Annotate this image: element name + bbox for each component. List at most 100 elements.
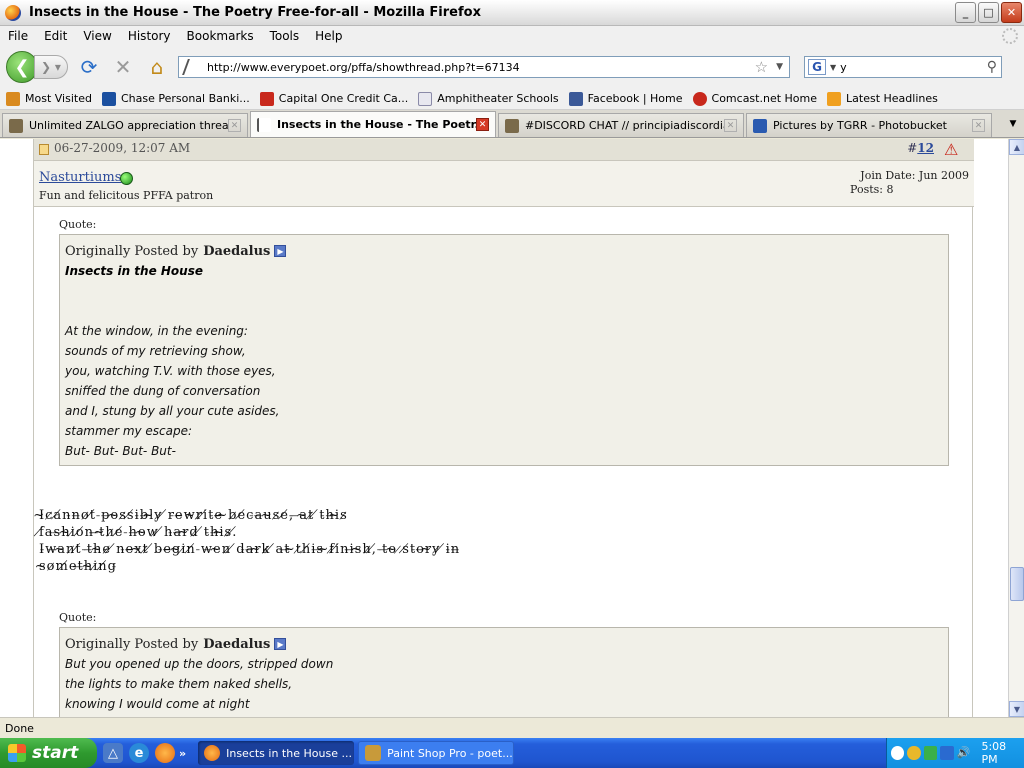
view-post-icon[interactable]: ▶ bbox=[274, 245, 287, 257]
search-icon[interactable]: ⚲ bbox=[987, 59, 997, 75]
chase-icon bbox=[101, 91, 116, 106]
home-icon[interactable]: ⌂ bbox=[144, 54, 170, 80]
reply-text: I̴c̷a̸n̵n̶o̷t̸ ̵p̶o̴s̷s̸i̵b̶l̴y̷ ̸r̵e̶w̴… bbox=[39, 507, 939, 575]
menu-edit[interactable]: Edit bbox=[36, 29, 75, 43]
windows-logo-icon bbox=[8, 744, 26, 762]
tray-globe-icon[interactable] bbox=[907, 746, 921, 760]
report-post-icon[interactable]: ⚠ bbox=[944, 140, 962, 159]
tray-network-icon[interactable] bbox=[923, 746, 938, 760]
tray-app-icon[interactable] bbox=[940, 746, 954, 760]
bookmark-comcast[interactable]: Comcast.net Home bbox=[692, 91, 817, 106]
reply-line: I̴c̷a̸n̵n̶o̷t̸ ̵p̶o̴s̷s̸i̵b̶l̴y̷ ̸r̵e̶w̴… bbox=[39, 508, 348, 523]
quicklaunch-firefox-icon[interactable] bbox=[155, 743, 175, 763]
quicklaunch-messenger-icon[interactable]: △ bbox=[103, 743, 123, 763]
scroll-thumb[interactable] bbox=[1010, 567, 1024, 601]
tab-list-icon[interactable]: ▼ bbox=[1006, 116, 1020, 132]
quicklaunch-more-icon[interactable]: » bbox=[179, 747, 186, 760]
scroll-up-icon[interactable]: ▲ bbox=[1009, 139, 1024, 155]
paintshop-icon bbox=[365, 745, 382, 761]
menu-view[interactable]: View bbox=[75, 29, 119, 43]
poem-title: Insects in the House bbox=[65, 264, 203, 278]
comcast-icon bbox=[692, 91, 707, 106]
forward-button[interactable]: ❯ ▾ bbox=[34, 55, 68, 79]
stop-icon[interactable]: ✕ bbox=[110, 54, 136, 80]
menu-bar: File Edit View History Bookmarks Tools H… bbox=[0, 26, 1024, 46]
poem-line: stammer my escape: bbox=[65, 424, 193, 438]
reply-line: I̵w̶a̴n̷t̸ ̵t̶h̴e̷ ̸n̵e̶x̴t̷ ̸b̵e̶g̴i̷n̸… bbox=[39, 542, 461, 557]
taskbar-firefox[interactable]: Insects in the House ... bbox=[198, 741, 355, 765]
tab-close-icon[interactable]: ✕ bbox=[476, 118, 489, 131]
url-input[interactable] bbox=[207, 60, 755, 74]
post-number-link[interactable]: 12 bbox=[917, 141, 934, 155]
poem-line: and I, stung by all your cute asides, bbox=[65, 404, 280, 418]
system-tray: 🔊 5:08 PM bbox=[886, 738, 1024, 768]
quote-attribution: Originally Posted by Daedalus ▶ bbox=[65, 634, 942, 654]
bookmark-capital-one[interactable]: Capital One Credit Ca... bbox=[259, 91, 408, 106]
page-scrollbar[interactable]: ▲ ▼ bbox=[1008, 139, 1024, 717]
firefox-icon bbox=[5, 4, 21, 21]
tab-favicon-icon bbox=[753, 118, 767, 133]
bookmark-star-icon[interactable]: ☆ bbox=[755, 58, 768, 76]
bookmark-facebook[interactable]: Facebook | Home bbox=[568, 91, 683, 106]
quicklaunch-ie-icon[interactable]: e bbox=[129, 743, 149, 763]
status-bar: Done bbox=[0, 717, 1024, 738]
menu-help[interactable]: Help bbox=[307, 29, 350, 43]
status-text: Done bbox=[5, 721, 34, 735]
bookmark-chase[interactable]: Chase Personal Banki... bbox=[101, 91, 250, 106]
engine-dropdown-icon[interactable]: ▼ bbox=[830, 63, 836, 72]
page-icon bbox=[418, 91, 433, 106]
tab-photobucket[interactable]: Pictures by TGRR - Photobucket ✕ bbox=[746, 113, 992, 137]
clock: 5:08 PM bbox=[981, 740, 1007, 766]
url-bar[interactable]: ☆ ▼ bbox=[178, 56, 790, 78]
maximize-button[interactable]: □ bbox=[978, 2, 999, 23]
tab-insects[interactable]: Insects in the House - The Poetr... ✕ bbox=[250, 111, 496, 137]
tab-favicon-icon bbox=[9, 118, 23, 133]
capital-one-icon bbox=[259, 91, 274, 106]
quote-label: Quote: bbox=[59, 218, 97, 231]
tray-volume-icon[interactable]: 🔊 bbox=[957, 746, 971, 760]
tab-zalgo[interactable]: Unlimited ZALGO appreciation thread! ✕ bbox=[2, 113, 248, 137]
reload-icon[interactable]: ⟳ bbox=[76, 54, 102, 80]
close-button[interactable]: ✕ bbox=[1001, 2, 1022, 23]
post-header: 06-27-2009, 12:07 AM #12 ⚠ bbox=[34, 139, 974, 161]
taskbar: start △ e » Insects in the House ... Pai… bbox=[0, 738, 1024, 768]
taskbar-paintshop[interactable]: Paint Shop Pro - poet... bbox=[358, 741, 515, 765]
tab-close-icon[interactable]: ✕ bbox=[228, 119, 241, 132]
bookmark-most-visited[interactable]: Most Visited bbox=[6, 91, 92, 106]
menu-tools[interactable]: Tools bbox=[262, 29, 308, 43]
google-engine-icon[interactable]: G bbox=[808, 59, 826, 75]
page-content: 06-27-2009, 12:07 AM #12 ⚠ Nasturtiums F… bbox=[0, 139, 1008, 717]
menu-bookmarks[interactable]: Bookmarks bbox=[179, 29, 262, 43]
username-link[interactable]: Nasturtiums bbox=[39, 170, 121, 185]
bookmark-latest-headlines[interactable]: Latest Headlines bbox=[827, 91, 938, 106]
view-post-icon[interactable]: ▶ bbox=[274, 638, 287, 650]
tray-expand-icon[interactable] bbox=[891, 746, 905, 760]
menu-file[interactable]: File bbox=[0, 29, 36, 43]
poem-line: But you opened up the doors, stripped do… bbox=[65, 657, 334, 671]
tab-close-icon[interactable]: ✕ bbox=[724, 119, 737, 132]
poem-line: At the window, in the evening: bbox=[65, 324, 248, 338]
tab-discord[interactable]: #DISCORD CHAT // principiadiscordia.c...… bbox=[498, 113, 744, 137]
minimize-button[interactable]: _ bbox=[955, 2, 976, 23]
menu-history[interactable]: History bbox=[120, 29, 179, 43]
poem-line: knowing I would come at night bbox=[65, 697, 250, 711]
most-visited-icon bbox=[6, 91, 20, 106]
tab-close-icon[interactable]: ✕ bbox=[972, 119, 985, 132]
navigation-toolbar: ❮ ❯ ▾ ⟳ ✕ ⌂ ☆ ▼ G ▼ ⚲ bbox=[0, 46, 1024, 88]
poem-line: you, watching T.V. with those eyes, bbox=[65, 364, 276, 378]
online-status-icon bbox=[120, 172, 133, 185]
scroll-down-icon[interactable]: ▼ bbox=[1009, 701, 1024, 717]
search-bar[interactable]: G ▼ ⚲ bbox=[804, 56, 1002, 78]
site-favicon-icon bbox=[182, 59, 204, 75]
reply-line: s̴o̷m̸e̵t̶h̴i̷n̸g̵ bbox=[39, 559, 117, 574]
quote-label: Quote: bbox=[59, 611, 97, 624]
bookmark-amphitheater[interactable]: Amphitheater Schools bbox=[418, 91, 559, 106]
throbber-icon bbox=[1002, 28, 1018, 44]
search-input[interactable] bbox=[840, 60, 987, 74]
post-date: 06-27-2009, 12:07 AM bbox=[54, 141, 191, 155]
window-title: Insects in the House - The Poetry Free-f… bbox=[29, 5, 481, 20]
url-dropdown-icon[interactable]: ▼ bbox=[776, 62, 783, 72]
post-number: #12 bbox=[907, 141, 934, 155]
start-button[interactable]: start bbox=[0, 738, 97, 768]
quote-author: Daedalus bbox=[203, 636, 271, 652]
